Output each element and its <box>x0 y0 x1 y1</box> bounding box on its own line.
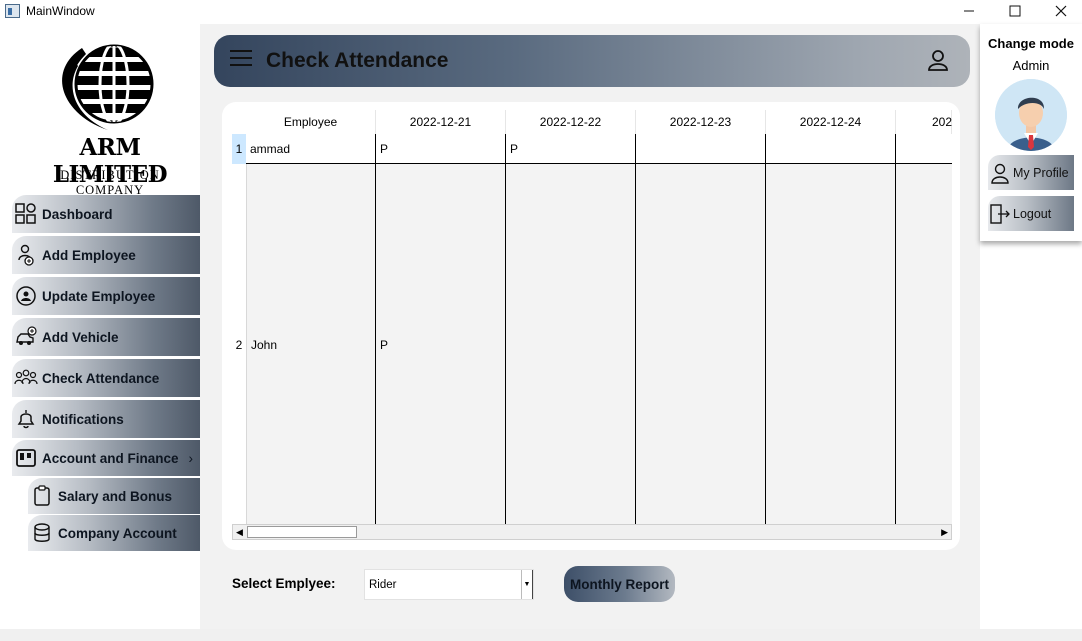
dashboard-icon <box>14 202 38 226</box>
table-cell[interactable] <box>636 164 766 526</box>
horizontal-scrollbar[interactable]: ◀ ▶ <box>232 524 952 540</box>
select-employee-label: Select Emplyee: <box>232 576 336 591</box>
profile-icon <box>989 162 1011 184</box>
sidebar-item-salary-bonus[interactable]: Salary and Bonus <box>28 478 200 514</box>
table-cell[interactable]: P <box>376 134 506 164</box>
my-profile-button[interactable]: My Profile <box>988 155 1074 190</box>
sidebar-item-add-employee[interactable]: Add Employee <box>12 236 200 274</box>
bell-icon <box>14 407 38 431</box>
company-subtitle: DISTRIBUTION COMPANY <box>60 168 160 197</box>
role-label: Admin <box>1012 58 1050 73</box>
sidebar-item-label: Salary and Bonus <box>58 488 173 504</box>
hamburger-menu-icon[interactable] <box>230 50 252 70</box>
profile-panel: Change mode Admin My Profile Logout <box>980 24 1082 241</box>
table-cell[interactable]: P <box>376 164 506 526</box>
table-cell[interactable] <box>506 164 636 526</box>
my-profile-label: My Profile <box>1013 165 1069 180</box>
window-title: MainWindow <box>26 4 95 18</box>
select-value: Rider <box>369 579 397 591</box>
table-cell[interactable] <box>636 134 766 164</box>
table-cell[interactable]: ammad <box>246 134 376 164</box>
globe-logo-icon <box>62 44 154 130</box>
avatar <box>995 79 1067 151</box>
maximize-button[interactable] <box>992 0 1038 22</box>
maximize-icon <box>1009 5 1021 17</box>
finance-icon <box>14 446 38 470</box>
employee-type-select[interactable]: Rider ▼ <box>364 569 534 600</box>
sidebar-item-label: Account and Finance <box>42 450 179 466</box>
table-header: Employee 2022-12-21 2022-12-22 2022-12-2… <box>232 110 952 134</box>
user-icon[interactable] <box>926 48 950 72</box>
sidebar-item-label: Update Employee <box>42 288 156 304</box>
table-cell[interactable] <box>766 134 896 164</box>
minimize-button[interactable] <box>946 0 992 22</box>
column-header[interactable]: 2022-12-22 <box>506 110 636 134</box>
table-cell[interactable] <box>896 134 952 164</box>
app-icon <box>5 4 20 18</box>
scroll-left-icon[interactable]: ◀ <box>236 527 243 538</box>
scroll-right-icon[interactable]: ▶ <box>941 527 948 538</box>
sidebar-item-label: Check Attendance <box>42 370 160 386</box>
sidebar: ARM LIMITED DISTRIBUTION COMPANY Dashboa… <box>0 24 200 629</box>
attendance-icon <box>14 366 38 390</box>
company-logo: ARM LIMITED DISTRIBUTION COMPANY <box>30 40 190 197</box>
database-icon <box>30 521 54 545</box>
column-header[interactable]: Employee <box>246 110 376 134</box>
chevron-right-icon: › <box>188 450 194 466</box>
status-bar <box>0 629 1082 641</box>
row-header[interactable]: 2 <box>232 164 246 526</box>
page-title: Check Attendance <box>266 49 449 72</box>
sidebar-item-label: Notifications <box>42 411 124 427</box>
sidebar-item-account-finance[interactable]: Account and Finance › <box>12 440 200 476</box>
sidebar-item-label: Add Vehicle <box>42 329 119 345</box>
page-header: Check Attendance <box>214 35 970 87</box>
table-cell[interactable]: P <box>506 134 636 164</box>
attendance-table[interactable]: Employee 2022-12-21 2022-12-22 2022-12-2… <box>232 110 952 536</box>
attendance-table-card: Employee 2022-12-21 2022-12-22 2022-12-2… <box>222 102 960 550</box>
sidebar-item-update-employee[interactable]: Update Employee <box>12 277 200 315</box>
sidebar-item-check-attendance[interactable]: Check Attendance <box>12 359 200 397</box>
logout-icon <box>989 203 1011 225</box>
table-cell[interactable]: John <box>246 164 376 526</box>
logout-button[interactable]: Logout <box>988 196 1074 231</box>
clipboard-icon <box>30 484 54 508</box>
scrollbar-thumb[interactable] <box>247 526 357 538</box>
add-employee-icon <box>14 243 38 267</box>
dropdown-arrow-icon[interactable]: ▼ <box>521 570 533 599</box>
logout-label: Logout <box>1013 206 1052 221</box>
table-cell[interactable] <box>896 164 952 526</box>
table-cell[interactable] <box>766 164 896 526</box>
minimize-icon <box>964 10 974 12</box>
sidebar-item-dashboard[interactable]: Dashboard <box>12 195 200 233</box>
sidebar-item-label: Company Account <box>58 525 177 541</box>
monthly-report-button[interactable]: Monthly Report <box>564 566 675 602</box>
sidebar-item-notifications[interactable]: Notifications <box>12 400 200 438</box>
column-header[interactable]: 202 <box>896 110 952 134</box>
main-content: Check Attendance Employee 2022-12-21 202… <box>200 24 980 629</box>
row-header[interactable]: 1 <box>232 134 246 164</box>
add-vehicle-icon <box>14 325 38 349</box>
column-header[interactable]: 2022-12-24 <box>766 110 896 134</box>
column-header[interactable]: 2022-12-21 <box>376 110 506 134</box>
sidebar-item-company-account[interactable]: Company Account <box>28 515 200 551</box>
close-button[interactable] <box>1038 0 1082 22</box>
window-titlebar: MainWindow <box>0 0 1082 24</box>
change-mode-label[interactable]: Change mode <box>980 36 1082 51</box>
sidebar-item-add-vehicle[interactable]: Add Vehicle <box>12 318 200 356</box>
close-icon <box>1055 5 1067 17</box>
sidebar-item-label: Dashboard <box>42 206 113 222</box>
sidebar-item-label: Add Employee <box>42 247 136 263</box>
update-employee-icon <box>14 284 38 308</box>
column-header[interactable]: 2022-12-23 <box>636 110 766 134</box>
admin-avatar-icon <box>995 79 1067 151</box>
